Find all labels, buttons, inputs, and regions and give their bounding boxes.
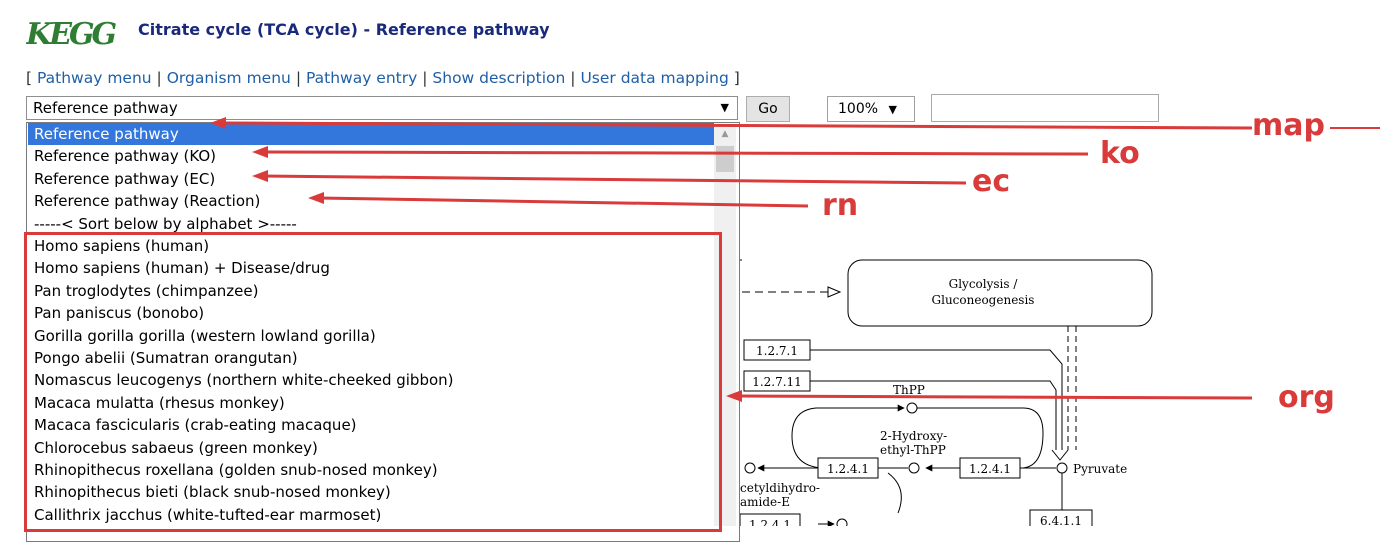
ko-annotation-label: ko — [1100, 136, 1140, 171]
rn-arrow — [317, 196, 809, 208]
org-annotation-label: org — [1278, 380, 1335, 415]
map-annotation-label: map — [1252, 108, 1325, 143]
rn-annotation-label: rn — [822, 188, 859, 223]
ko-arrow — [261, 150, 1089, 156]
ec-arrow — [261, 174, 967, 185]
map-arrow — [221, 121, 1253, 130]
annotation-arrows — [210, 117, 1380, 402]
org-arrow — [737, 394, 1253, 400]
ec-annotation-label: ec — [972, 164, 1011, 199]
